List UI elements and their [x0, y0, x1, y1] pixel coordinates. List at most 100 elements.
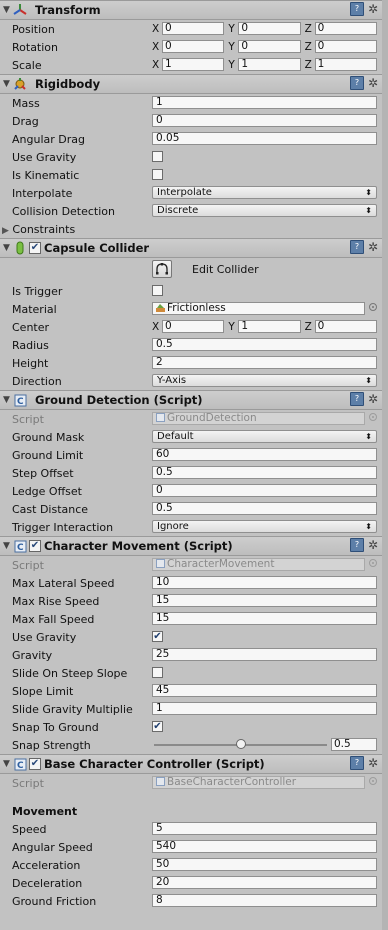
angular-drag-input[interactable]: 0.05	[152, 132, 377, 145]
is-kinematic-checkbox[interactable]	[152, 169, 163, 180]
component-enabled-checkbox[interactable]: ✔	[29, 540, 41, 552]
axis-label: Y	[228, 320, 235, 333]
base-character-controller-header[interactable]: ▼ C ✔ Base Character Controller (Script)…	[0, 754, 382, 774]
edit-collider-button[interactable]	[152, 260, 172, 278]
gravity-row: Gravity 25	[0, 646, 382, 664]
ledge-offset-input[interactable]: 0	[152, 484, 377, 497]
acceleration-input[interactable]: 50	[152, 858, 377, 871]
object-picker-icon[interactable]	[369, 303, 377, 311]
help-book-icon[interactable]: ?	[349, 76, 364, 90]
script-file-icon	[156, 559, 165, 568]
max-fall-speed-input[interactable]: 15	[152, 612, 377, 625]
center-x-input[interactable]: 0	[162, 320, 225, 333]
transform-header[interactable]: ▼ Transform ? ✲	[0, 0, 382, 20]
slope-limit-row: Slope Limit 45	[0, 682, 382, 700]
angular-speed-input[interactable]: 540	[152, 840, 377, 853]
is-trigger-checkbox[interactable]	[152, 285, 163, 296]
field-label: Direction	[12, 374, 62, 388]
capsule-collider-header[interactable]: ▼ ✔ Capsule Collider ? ✲	[0, 238, 382, 258]
constraints-foldout[interactable]: ▶ Constraints	[0, 220, 382, 238]
step-offset-input[interactable]: 0.5	[152, 466, 377, 479]
radius-input[interactable]: 0.5	[152, 338, 377, 351]
help-book-icon[interactable]: ?	[349, 240, 364, 254]
gear-icon[interactable]: ✲	[368, 392, 378, 406]
field-label: Deceleration	[12, 876, 83, 890]
position-y-input[interactable]: 0	[238, 22, 301, 35]
field-label: Interpolate	[12, 186, 73, 200]
field-label: Drag	[12, 114, 39, 128]
field-label: Material	[12, 302, 57, 316]
movement-section-header: Movement	[0, 802, 382, 820]
capsule-icon	[13, 241, 27, 255]
gear-icon[interactable]: ✲	[368, 538, 378, 552]
interpolate-row: Interpolate Interpolate ⬍	[0, 184, 382, 202]
material-object-field[interactable]: Frictionless	[152, 302, 365, 315]
rotation-x-input[interactable]: 0	[162, 40, 225, 53]
scale-x-input[interactable]: 1	[162, 58, 225, 71]
position-row: Position X0 Y0 Z0	[0, 20, 382, 38]
help-book-icon[interactable]: ?	[349, 2, 364, 16]
field-label: Rotation	[12, 40, 59, 54]
component-title: Capsule Collider	[44, 241, 150, 255]
ground-detection-header[interactable]: ▼ C Ground Detection (Script) ? ✲	[0, 390, 382, 410]
rigidbody-header[interactable]: ▼ Rigidbody ? ✲	[0, 74, 382, 94]
cast-distance-input[interactable]: 0.5	[152, 502, 377, 515]
field-label: Is Trigger	[12, 284, 63, 298]
gear-icon[interactable]: ✲	[368, 756, 378, 770]
max-rise-speed-input[interactable]: 15	[152, 594, 377, 607]
ground-friction-input[interactable]: 8	[152, 894, 377, 907]
fold-arrow-icon[interactable]: ▼	[3, 759, 13, 769]
help-book-icon[interactable]: ?	[349, 756, 364, 770]
collision-detection-dropdown[interactable]: Discrete ⬍	[152, 204, 377, 217]
mass-input[interactable]: 1	[152, 96, 377, 109]
character-movement-header[interactable]: ▼ C ✔ Character Movement (Script) ? ✲	[0, 536, 382, 556]
is-trigger-row: Is Trigger	[0, 282, 382, 300]
max-lateral-speed-input[interactable]: 10	[152, 576, 377, 589]
svg-text:C: C	[17, 543, 24, 553]
component-enabled-checkbox[interactable]: ✔	[29, 758, 41, 770]
ground-mask-dropdown[interactable]: Default ⬍	[152, 430, 377, 443]
fold-arrow-icon[interactable]: ▼	[3, 243, 13, 253]
snap-to-ground-checkbox[interactable]: ✔	[152, 721, 163, 732]
center-y-input[interactable]: 1	[238, 320, 301, 333]
height-input[interactable]: 2	[152, 356, 377, 369]
position-z-input[interactable]: 0	[314, 22, 377, 35]
gear-icon[interactable]: ✲	[368, 76, 378, 90]
direction-dropdown[interactable]: Y-Axis ⬍	[152, 374, 377, 387]
component-title: Ground Detection (Script)	[35, 393, 203, 407]
rotation-z-input[interactable]: 0	[314, 40, 377, 53]
help-book-icon[interactable]: ?	[349, 392, 364, 406]
gear-icon[interactable]: ✲	[368, 240, 378, 254]
max-fall-speed-row: Max Fall Speed 15	[0, 610, 382, 628]
slide-on-steep-slope-checkbox[interactable]	[152, 667, 163, 678]
fold-arrow-icon[interactable]: ▼	[3, 79, 13, 89]
drag-input[interactable]: 0	[152, 114, 377, 127]
fold-arrow-icon[interactable]: ▼	[3, 541, 13, 551]
field-label: Step Offset	[12, 466, 74, 480]
script-object-field: GroundDetection	[152, 412, 365, 425]
gravity-input[interactable]: 25	[152, 648, 377, 661]
interpolate-dropdown[interactable]: Interpolate ⬍	[152, 186, 377, 199]
field-label: Slide On Steep Slope	[12, 666, 128, 680]
position-x-input[interactable]: 0	[162, 22, 225, 35]
slope-limit-input[interactable]: 45	[152, 684, 377, 697]
scale-y-input[interactable]: 1	[238, 58, 301, 71]
fold-arrow-icon[interactable]: ▼	[3, 395, 13, 405]
scale-z-input[interactable]: 1	[314, 58, 377, 71]
ground-limit-input[interactable]: 60	[152, 448, 377, 461]
snap-strength-slider-thumb[interactable]	[235, 739, 246, 749]
gear-icon[interactable]: ✲	[368, 2, 378, 16]
use-gravity-checkbox[interactable]	[152, 151, 163, 162]
deceleration-input[interactable]: 20	[152, 876, 377, 889]
rotation-y-input[interactable]: 0	[238, 40, 301, 53]
use-gravity-checkbox[interactable]: ✔	[152, 631, 163, 642]
center-z-input[interactable]: 0	[314, 320, 377, 333]
slide-gravity-multiplier-input[interactable]: 1	[152, 702, 377, 715]
fold-arrow-icon[interactable]: ▼	[3, 5, 13, 15]
help-book-icon[interactable]: ?	[349, 538, 364, 552]
speed-input[interactable]: 5	[152, 822, 377, 835]
snap-strength-input[interactable]: 0.5	[331, 738, 377, 751]
trigger-interaction-dropdown[interactable]: Ignore ⬍	[152, 520, 377, 533]
dropdown-value: Interpolate	[157, 187, 212, 198]
component-enabled-checkbox[interactable]: ✔	[29, 242, 41, 254]
